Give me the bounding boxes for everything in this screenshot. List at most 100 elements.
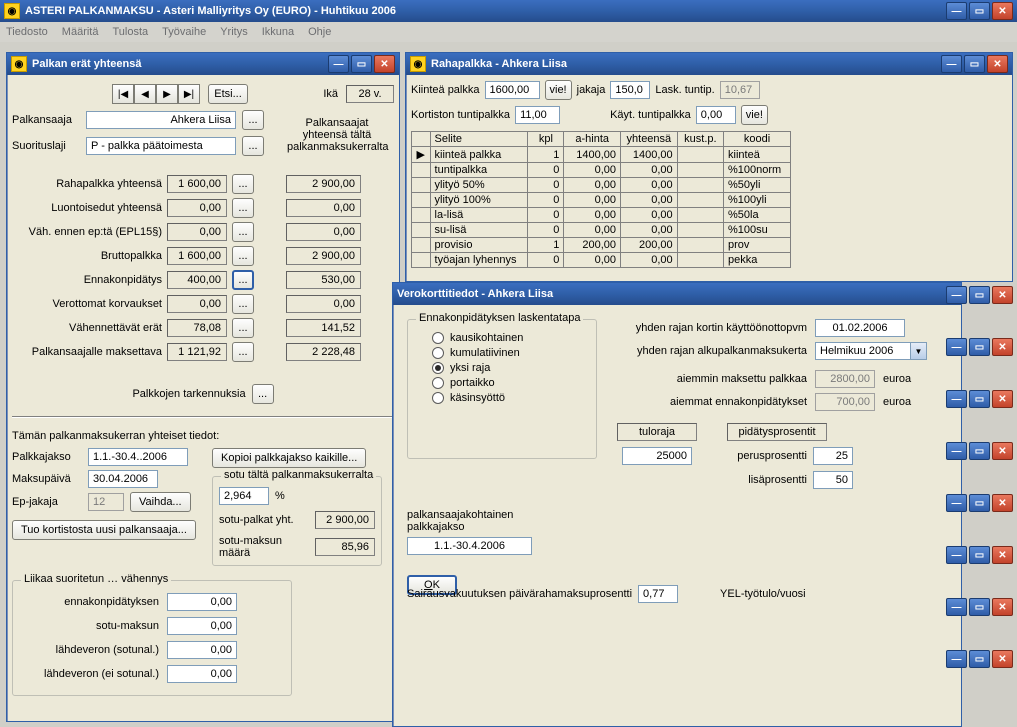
close-button[interactable]: ✕ (374, 55, 395, 73)
app-close-button[interactable]: ✕ (992, 2, 1013, 20)
table-row[interactable]: su-lisä 0 0,00 0,00 %100su (412, 223, 791, 238)
close-button[interactable]: ✕ (992, 286, 1013, 304)
row-more-button[interactable]: ... (232, 294, 254, 314)
minimize-button[interactable]: — (946, 494, 967, 512)
perus-input[interactable]: 25 (813, 447, 853, 465)
sotu-pct-input[interactable]: 2,964 (219, 487, 269, 505)
menu-yritys[interactable]: Yritys (220, 26, 248, 38)
suorituslaji-input[interactable]: P - palkka päätoimesta (86, 137, 236, 155)
minimize-button[interactable]: — (946, 338, 967, 356)
tarkennuksia-button[interactable]: ... (252, 384, 274, 404)
nav-next-button[interactable]: ▶ (156, 84, 178, 104)
maximize-button[interactable]: ▭ (969, 494, 990, 512)
menu-maarita[interactable]: Määritä (62, 26, 99, 38)
row-more-button[interactable]: ... (232, 342, 254, 362)
row-value2: 2 228,48 (286, 343, 361, 361)
nav-first-button[interactable]: |◀ (112, 84, 134, 104)
row-more-button[interactable]: ... (232, 174, 254, 194)
vie2-button[interactable]: vie! (741, 105, 768, 125)
close-button[interactable]: ✕ (992, 494, 1013, 512)
menu-ikkuna[interactable]: Ikkuna (262, 26, 294, 38)
minimize-button[interactable]: — (946, 442, 967, 460)
nav-last-button[interactable]: ▶| (178, 84, 200, 104)
row-value2: 141,52 (286, 319, 361, 337)
menu-tiedosto[interactable]: Tiedosto (6, 26, 48, 38)
maximize-button[interactable]: ▭ (969, 598, 990, 616)
lisa-input[interactable]: 50 (813, 471, 853, 489)
ika-label: Ikä (323, 88, 338, 100)
table-row[interactable]: ylityö 100% 0 0,00 0,00 %100yli (412, 193, 791, 208)
radio-portaikko[interactable]: portaikko (432, 377, 590, 389)
menu-tyovaihe[interactable]: Työvaihe (162, 26, 206, 38)
app-maximize-button[interactable]: ▭ (969, 2, 990, 20)
row-more-button[interactable]: ... (232, 222, 254, 242)
table-row[interactable]: ylityö 50% 0 0,00 0,00 %50yli (412, 178, 791, 193)
close-button[interactable]: ✕ (992, 650, 1013, 668)
close-button[interactable]: ✕ (992, 338, 1013, 356)
jakaja-input[interactable]: 150,0 (610, 81, 650, 99)
kopioi-button[interactable]: Kopioi palkkajakso kaikille... (212, 448, 366, 468)
minimize-button[interactable]: — (946, 650, 967, 668)
minimize-button[interactable]: — (946, 390, 967, 408)
alku-combo[interactable]: Helmikuu 2006 ▼ (815, 342, 927, 360)
close-button[interactable]: ✕ (992, 390, 1013, 408)
close-button[interactable]: ✕ (992, 442, 1013, 460)
vie-button[interactable]: vie! (545, 80, 572, 100)
minimize-button[interactable]: — (946, 546, 967, 564)
row-more-button[interactable]: ... (232, 270, 254, 290)
menu-ohje[interactable]: Ohje (308, 26, 331, 38)
radio-käsinsyöttö[interactable]: käsinsyöttö (432, 392, 590, 404)
maximize-button[interactable]: ▭ (969, 650, 990, 668)
radio-kausikohtainen[interactable]: kausikohtainen (432, 332, 590, 344)
close-button[interactable]: ✕ (987, 55, 1008, 73)
close-button[interactable]: ✕ (992, 546, 1013, 564)
table-row[interactable]: provisio 1 200,00 200,00 prov (412, 238, 791, 253)
minimize-button[interactable]: — (328, 55, 349, 73)
palkkajakso-input[interactable]: 1.1.-30.4..2006 (88, 448, 188, 466)
table-row[interactable]: ▶ kiinteä palkka 1 1400,00 1400,00 kiint… (412, 147, 791, 163)
close-button[interactable]: ✕ (992, 598, 1013, 616)
sair-input[interactable]: 0,77 (638, 585, 678, 603)
app-minimize-button[interactable]: — (946, 2, 967, 20)
kayttoonotto-input[interactable]: 01.02.2006 (815, 319, 905, 337)
tuloraja-input[interactable]: 25000 (622, 447, 692, 465)
maximize-button[interactable]: ▭ (969, 338, 990, 356)
liikaa-input[interactable]: 0,00 (167, 665, 237, 683)
kayt-input[interactable]: 0,00 (696, 106, 736, 124)
maximize-button[interactable]: ▭ (969, 546, 990, 564)
liikaa-input[interactable]: 0,00 (167, 593, 237, 611)
nav-prev-button[interactable]: ◀ (134, 84, 156, 104)
vaihda-button[interactable]: Vaihda... (130, 492, 191, 512)
radio-dot (432, 332, 444, 344)
maximize-button[interactable]: ▭ (969, 286, 990, 304)
radio-yksi raja[interactable]: yksi raja (432, 362, 590, 374)
table-row[interactable]: la-lisä 0 0,00 0,00 %50la (412, 208, 791, 223)
row-more-button[interactable]: ... (232, 246, 254, 266)
kiintea-input[interactable]: 1600,00 (485, 81, 540, 99)
wage-grid[interactable]: Selite kpl a-hinta yhteensä kust.p. kood… (411, 131, 791, 268)
minimize-button[interactable]: — (946, 286, 967, 304)
minimize-button[interactable]: — (946, 598, 967, 616)
minimize-button[interactable]: — (941, 55, 962, 73)
liikaa-input[interactable]: 0,00 (167, 641, 237, 659)
table-row[interactable]: työajan lyhennys 0 0,00 0,00 pekka (412, 253, 791, 268)
kortiston-input[interactable]: 11,00 (515, 106, 560, 124)
maksupaiva-input[interactable]: 30.04.2006 (88, 470, 158, 488)
maximize-button[interactable]: ▭ (351, 55, 372, 73)
radio-kumulatiivinen[interactable]: kumulatiivinen (432, 347, 590, 359)
suorituslaji-more-button[interactable]: ... (242, 136, 264, 156)
palkansaaja-more-button[interactable]: ... (242, 110, 264, 130)
menu-tulosta[interactable]: Tulosta (112, 26, 148, 38)
row-more-button[interactable]: ... (232, 198, 254, 218)
liikaa-input[interactable]: 0,00 (167, 617, 237, 635)
pjakso-input[interactable]: 1.1.-30.4.2006 (407, 537, 532, 555)
table-row[interactable]: tuntipalkka 0 0,00 0,00 %100norm (412, 163, 791, 178)
etsi-button[interactable]: Etsi... (208, 84, 248, 104)
tuo-button[interactable]: Tuo kortistosta uusi palkansaaja... (12, 520, 196, 540)
nav-buttons: |◀ ◀ ▶ ▶| (112, 84, 200, 104)
maximize-button[interactable]: ▭ (969, 442, 990, 460)
palkansaaja-input[interactable]: Ahkera Liisa (86, 111, 236, 129)
maximize-button[interactable]: ▭ (969, 390, 990, 408)
maximize-button[interactable]: ▭ (964, 55, 985, 73)
row-more-button[interactable]: ... (232, 318, 254, 338)
